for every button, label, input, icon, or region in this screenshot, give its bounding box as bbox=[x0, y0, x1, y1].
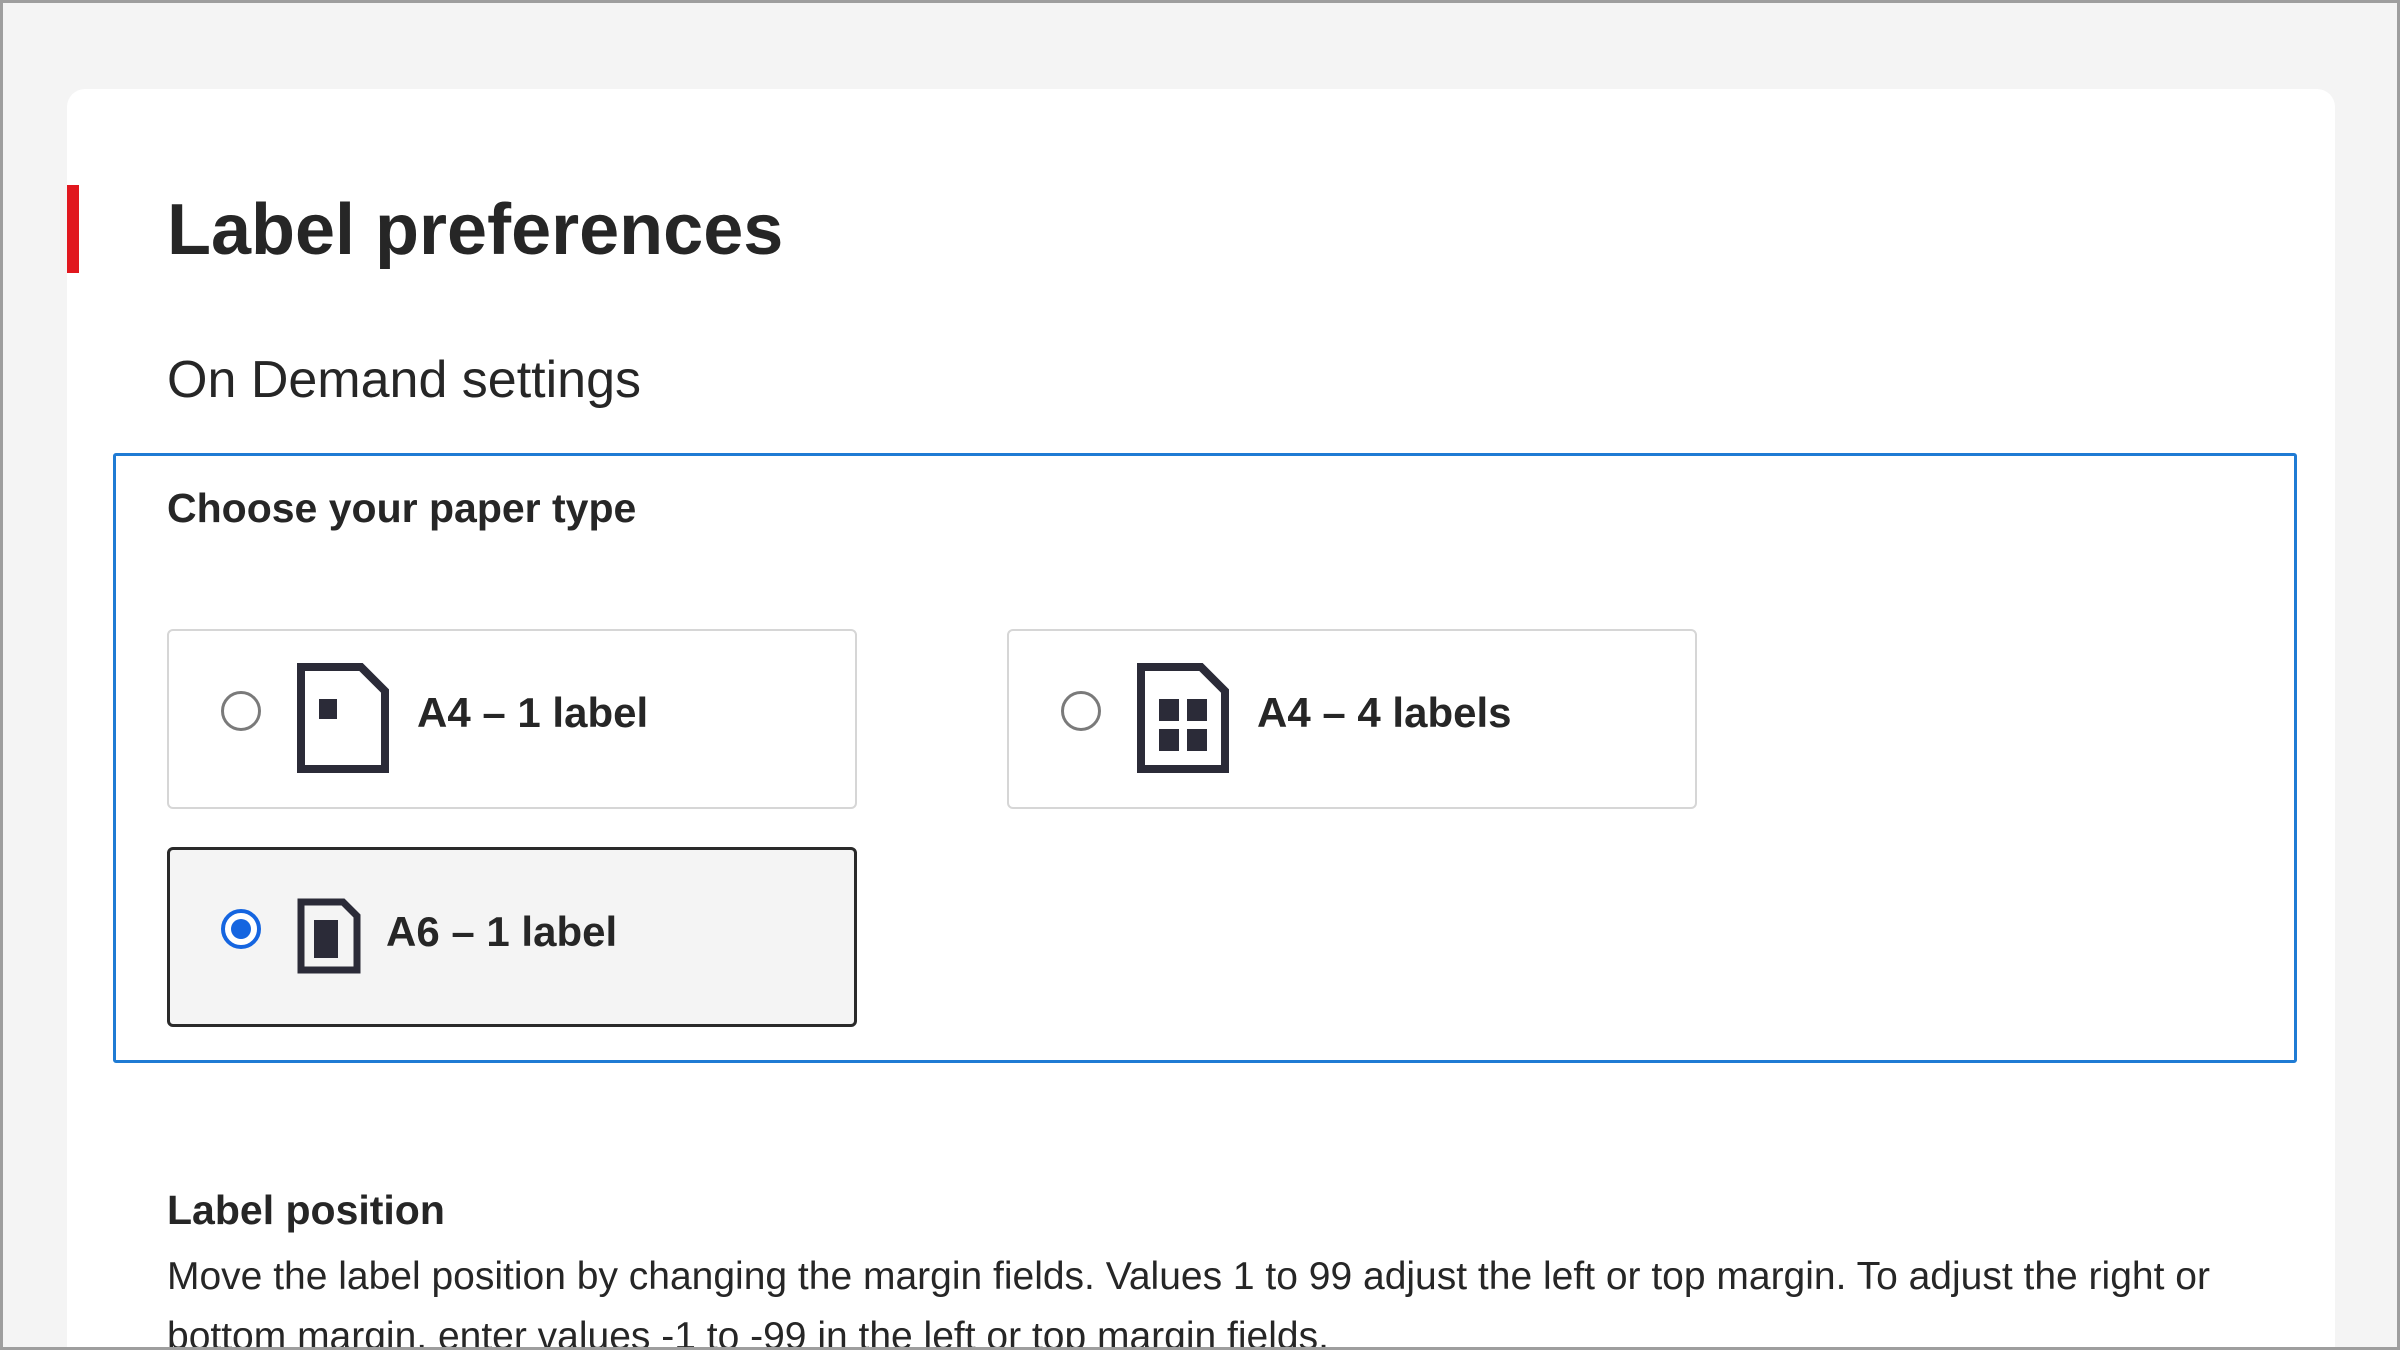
paper-option-a6-1-label[interactable]: A6 – 1 label bbox=[167, 847, 857, 1027]
preferences-card: Label preferences On Demand settings Cho… bbox=[67, 89, 2335, 1350]
paper-option-a4-1-label[interactable]: A4 – 1 label bbox=[167, 629, 857, 809]
page-title: Label preferences bbox=[167, 190, 784, 270]
a6-one-label-icon bbox=[297, 898, 361, 974]
section-title-on-demand: On Demand settings bbox=[167, 351, 642, 409]
label-position-description: Move the label position by changing the … bbox=[167, 1255, 2210, 1350]
paper-type-legend: Choose your paper type bbox=[167, 485, 637, 531]
paper-option-label: A4 – 1 label bbox=[417, 689, 649, 736]
radio-button-a6-1-label[interactable] bbox=[221, 909, 261, 949]
radio-button-a4-4-labels[interactable] bbox=[1061, 691, 1101, 731]
paper-option-label: A6 – 1 label bbox=[386, 908, 618, 955]
label-position-heading: Label position bbox=[167, 1187, 445, 1233]
paper-option-a4-4-labels[interactable]: A4 – 4 labels bbox=[1007, 629, 1697, 809]
a4-four-labels-icon bbox=[1137, 663, 1229, 773]
a4-one-label-icon bbox=[297, 663, 389, 773]
paper-option-label: A4 – 4 labels bbox=[1257, 689, 1512, 736]
radio-button-a4-1-label[interactable] bbox=[221, 691, 261, 731]
app-frame: Label preferences On Demand settings Cho… bbox=[0, 0, 2400, 1350]
title-accent-bar bbox=[67, 185, 79, 273]
